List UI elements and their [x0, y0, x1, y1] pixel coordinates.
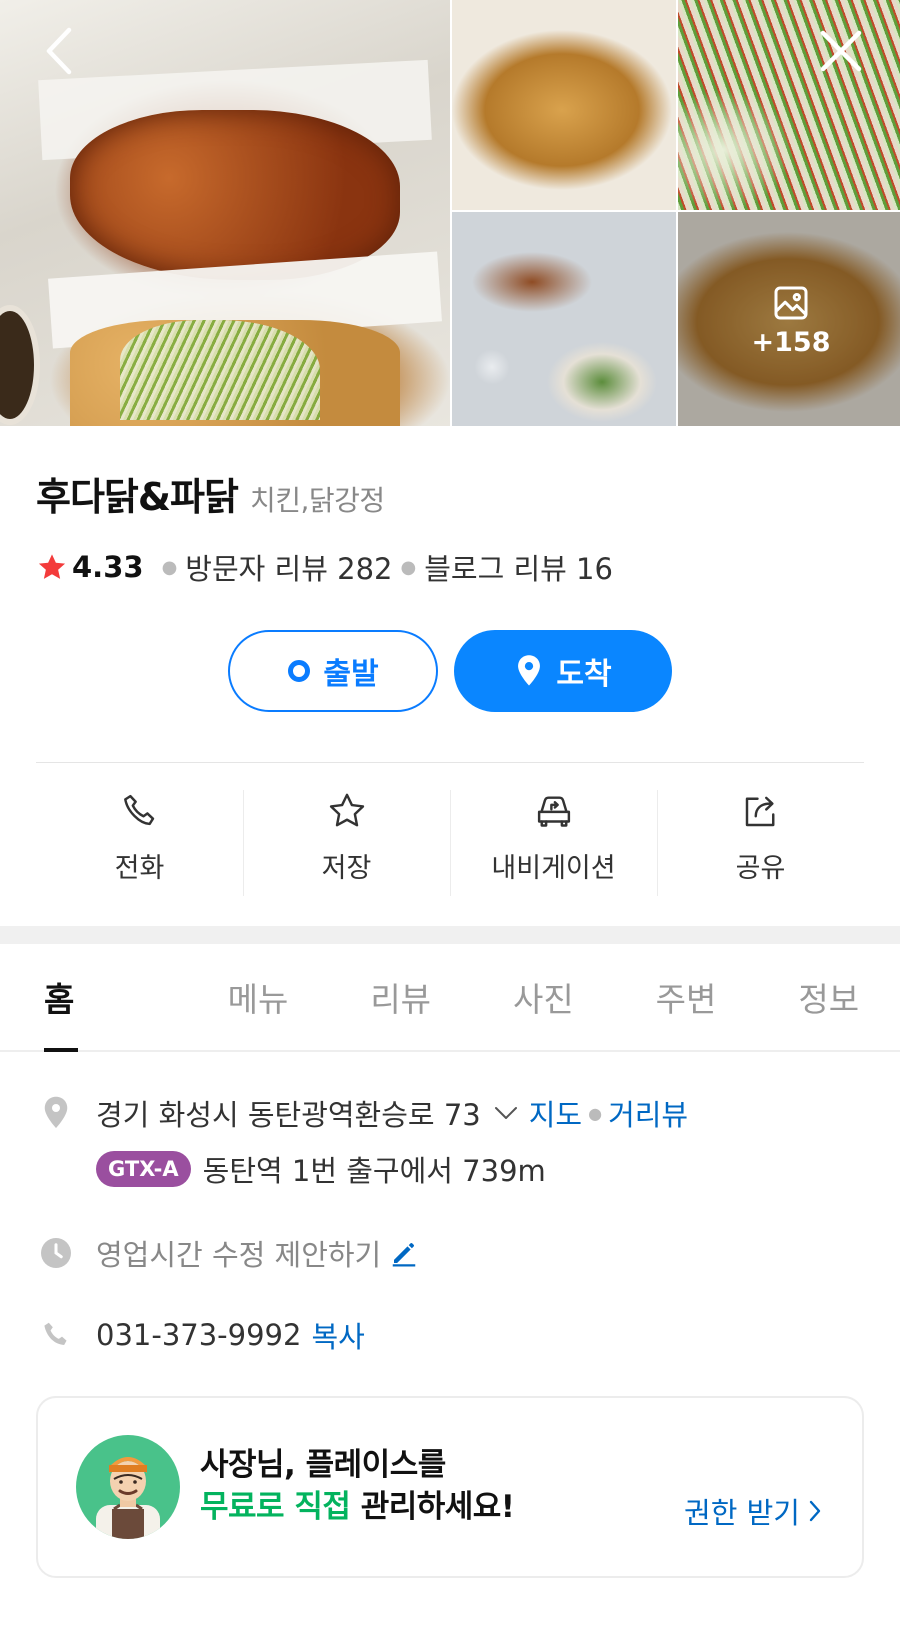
- location-pin-icon: [38, 1095, 74, 1131]
- call-label: 전화: [114, 853, 165, 884]
- chevron-down-icon[interactable]: [491, 1098, 521, 1128]
- tab-reviews[interactable]: 리뷰: [329, 944, 472, 1050]
- image-icon: [774, 286, 808, 319]
- address-text: 경기 화성시 동탄광역환승로 73: [96, 1098, 481, 1132]
- arrive-route-label: 도착: [556, 657, 612, 692]
- owner-banner-highlight: 무료로 직접: [200, 1489, 351, 1525]
- place-title-row: 후다닭&파닭 치킨,닭강정: [36, 466, 385, 521]
- owner-banner-text: 사장님, 플레이스를 무료로 직접 관리하세요!: [200, 1445, 515, 1529]
- photo-gallery: +158: [0, 0, 900, 426]
- owner-banner-line1: 사장님, 플레이스를: [200, 1447, 446, 1484]
- save-action[interactable]: 저장: [243, 790, 450, 896]
- place-category: 치킨,닭강정: [249, 484, 385, 517]
- owner-claim-banner[interactable]: 사장님, 플레이스를 무료로 직접 관리하세요! 권한 받기: [36, 1396, 864, 1578]
- share-action[interactable]: 공유: [657, 790, 864, 896]
- phone-row: 031-373-9992 복사: [38, 1314, 365, 1356]
- owner-avatar: [76, 1435, 180, 1539]
- back-button[interactable]: [34, 26, 84, 76]
- transit-distance-text: 동탄역 1번 출구에서 739m: [202, 1154, 546, 1188]
- navigation-label: 내비게이션: [491, 853, 616, 884]
- navigation-action[interactable]: 내비게이션: [450, 790, 657, 896]
- clock-icon: [38, 1235, 74, 1271]
- photo-thumbnail[interactable]: [452, 212, 676, 426]
- transit-row: GTX-A 동탄역 1번 출구에서 739m: [96, 1148, 546, 1190]
- route-buttons: 출발 도착: [228, 630, 672, 712]
- separator-dot: ●: [161, 556, 178, 578]
- pencil-icon: [393, 1243, 416, 1267]
- share-label: 공유: [735, 853, 786, 884]
- phone-number[interactable]: 031-373-9992: [96, 1318, 301, 1352]
- hours-suggest-text: 영업시간 수정 제안하기: [96, 1238, 382, 1272]
- divider: [36, 762, 864, 763]
- transit-line-badge: GTX-A: [96, 1151, 191, 1187]
- tab-bar: 홈 메뉴 리뷰 사진 주변 정보: [0, 944, 900, 1052]
- address-row: 경기 화성시 동탄광역환승로 73 지도 ● 거리뷰: [38, 1092, 688, 1134]
- arrive-route-button[interactable]: 도착: [454, 630, 672, 712]
- phone-icon: [38, 1317, 74, 1353]
- action-bar: 전화 저장 내비게이션 공유: [36, 790, 864, 896]
- blog-review-count[interactable]: 블로그 리뷰 16: [424, 546, 613, 588]
- tab-nearby[interactable]: 주변: [615, 944, 758, 1050]
- share-icon: [745, 796, 774, 827]
- map-link[interactable]: 지도: [529, 1092, 582, 1134]
- copy-phone-button[interactable]: 복사: [311, 1314, 364, 1356]
- tab-photos[interactable]: 사진: [472, 944, 615, 1050]
- save-label: 저장: [321, 853, 372, 884]
- rating-star-icon: [38, 554, 66, 579]
- close-icon: [820, 30, 862, 72]
- more-photos-count: +158: [751, 326, 831, 358]
- start-route-label: 출발: [323, 657, 379, 692]
- star-icon: [329, 793, 364, 827]
- tab-menu[interactable]: 메뉴: [187, 944, 330, 1050]
- chevron-left-icon: [46, 27, 72, 75]
- start-route-button[interactable]: 출발: [228, 630, 438, 712]
- owner-banner-line2-rest: 관리하세요!: [360, 1489, 515, 1525]
- claim-permission-label: 권한 받기: [684, 1496, 800, 1530]
- hours-row[interactable]: 영업시간 수정 제안하기: [38, 1232, 419, 1274]
- call-action[interactable]: 전화: [36, 790, 243, 896]
- photo-thumbnail[interactable]: [452, 0, 676, 210]
- car-navigation-icon: [537, 796, 570, 827]
- visitor-review-count[interactable]: 방문자 리뷰 282: [185, 546, 392, 588]
- map-pin-icon: [518, 655, 541, 686]
- photo-thumbnail[interactable]: [678, 0, 900, 210]
- chevron-right-icon: [809, 1500, 821, 1522]
- more-photos-overlay: +158: [678, 212, 900, 426]
- owner-banner-line2: 무료로 직접 관리하세요!: [200, 1487, 515, 1529]
- street-view-link[interactable]: 거리뷰: [608, 1092, 688, 1134]
- place-name: 후다닭&파닭: [36, 475, 239, 519]
- more-photos-thumbnail[interactable]: +158: [678, 212, 900, 426]
- rating-row: 4.33 ● 방문자 리뷰 282 ● 블로그 리뷰 16: [36, 546, 613, 588]
- phone-icon: [123, 794, 154, 826]
- separator-dot: ●: [588, 1103, 603, 1123]
- rating-value: 4.33: [72, 550, 144, 584]
- separator-dot: ●: [400, 556, 417, 578]
- origin-dot-icon: [288, 660, 311, 682]
- close-button[interactable]: [816, 26, 866, 76]
- tab-home[interactable]: 홈: [0, 944, 187, 1052]
- claim-permission-link[interactable]: 권한 받기: [684, 1490, 824, 1532]
- section-divider: [0, 926, 900, 944]
- tab-info[interactable]: 정보: [757, 944, 900, 1050]
